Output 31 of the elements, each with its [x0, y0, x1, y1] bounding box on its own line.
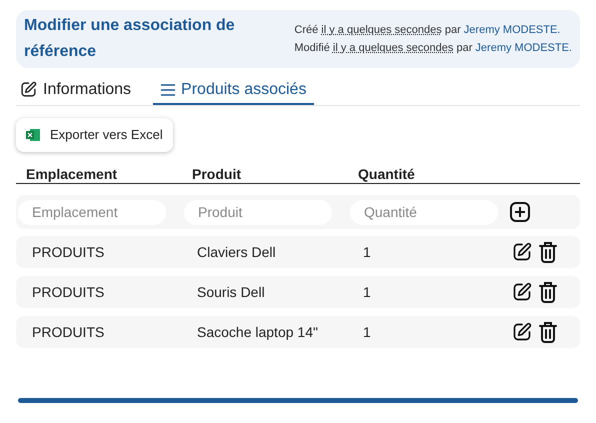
table-cell-text: 1 — [363, 242, 372, 262]
table-cell-text: Sacoche laptop 14" — [197, 322, 319, 342]
tab[interactable]: Produits associés — [153, 76, 314, 105]
list-icon — [161, 84, 176, 96]
spreadsheet-icon — [26, 128, 40, 142]
modified-info: Modifié il y a quelques secondes par Jeremy MODESTE. — [294, 41, 572, 56]
add-icon[interactable] — [510, 202, 530, 222]
edit-icon[interactable] — [20, 81, 37, 98]
column-header: Quantité — [358, 165, 416, 184]
input-field[interactable]: Emplacement — [18, 200, 166, 224]
page-title: Modifier une association de référence — [24, 16, 236, 62]
edit-icon[interactable] — [512, 322, 532, 342]
input-field[interactable]: Quantité — [350, 200, 498, 224]
input-field[interactable]: Produit — [184, 200, 332, 224]
table-cell-text: PRODUITS — [32, 282, 106, 302]
table-cell-text: 1 — [363, 282, 372, 302]
edit-icon[interactable] — [512, 242, 532, 262]
table-cell-text: PRODUITS — [32, 322, 106, 342]
delete-icon[interactable] — [538, 321, 558, 343]
delete-icon[interactable] — [538, 281, 558, 303]
edit-icon[interactable] — [512, 282, 532, 302]
column-header: Produit — [192, 165, 242, 184]
column-header: Emplacement — [26, 165, 118, 184]
table-cell-text: 1 — [363, 322, 372, 342]
table-cell-text: PRODUITS — [32, 242, 106, 262]
delete-icon[interactable] — [538, 241, 558, 263]
table-cell-text: Claviers Dell — [197, 242, 277, 262]
created-info: Créé il y a quelques secondes par Jeremy MODESTE. — [294, 23, 560, 38]
table-cell-text: Souris Dell — [197, 282, 266, 302]
export-button[interactable]: Exporter vers Excel — [16, 118, 173, 152]
tab[interactable]: Informations — [16, 76, 136, 105]
